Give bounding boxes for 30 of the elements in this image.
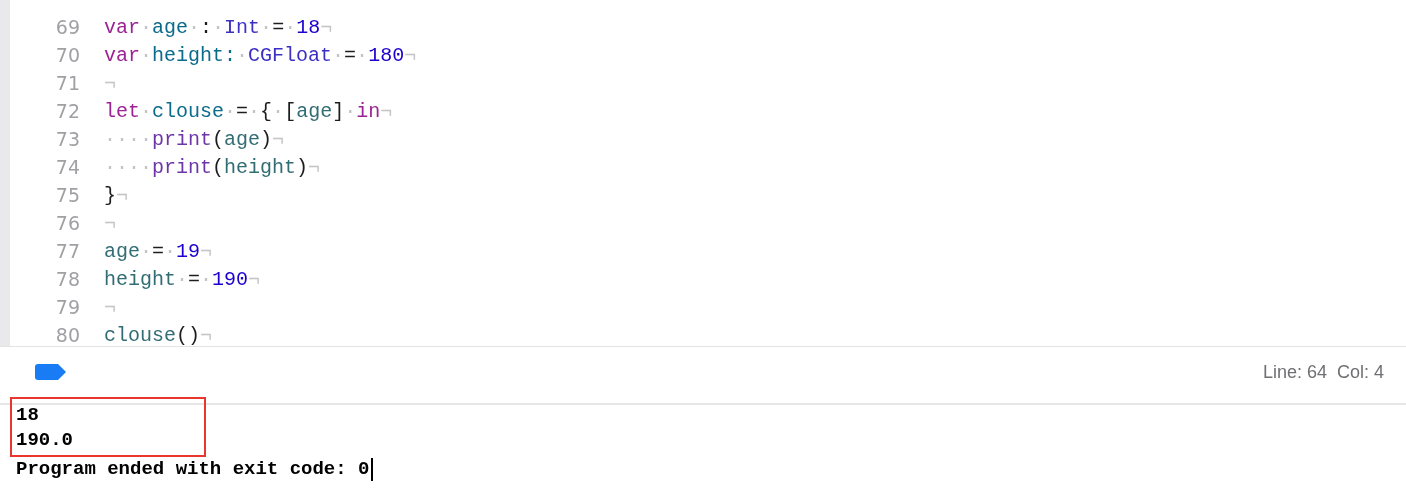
code-line: ¬ bbox=[104, 211, 116, 235]
line-number: 72 bbox=[54, 100, 80, 122]
code-line: ¬ bbox=[104, 71, 116, 95]
line-number: 76 bbox=[54, 212, 80, 234]
code-line: var·height:·CGFloat·=·180¬ bbox=[104, 43, 417, 67]
code-line: age·=·19¬ bbox=[104, 239, 213, 263]
code-line: ····print(height)¬ bbox=[104, 155, 321, 179]
line-number: 70 bbox=[54, 44, 80, 66]
line-number: 79 bbox=[54, 296, 80, 318]
breakpoint-icon[interactable] bbox=[35, 364, 66, 380]
line-number: 73 bbox=[54, 128, 80, 150]
line-number: 75 bbox=[54, 184, 80, 206]
line-number: 69 bbox=[54, 16, 80, 38]
code-line: ¬ bbox=[104, 295, 116, 319]
line-number: 77 bbox=[54, 240, 80, 262]
code-line: }¬ bbox=[104, 183, 129, 207]
line-number: 71 bbox=[54, 72, 80, 94]
console-output: 18 bbox=[16, 403, 40, 428]
text-cursor bbox=[371, 458, 374, 481]
code-line: let·clouse·=·{·[age]·in¬ bbox=[104, 99, 393, 123]
line-number: 80 bbox=[54, 324, 80, 346]
cursor-position: Line: 64 Col: 4 bbox=[1262, 361, 1384, 383]
line-number: 78 bbox=[54, 268, 80, 290]
console-output: Program ended with exit code: 0 bbox=[16, 457, 370, 482]
line-number: 74 bbox=[54, 156, 80, 178]
code-line: ····print(age)¬ bbox=[104, 127, 285, 151]
code-line: clouse()¬ bbox=[104, 323, 213, 347]
code-line: height·=·190¬ bbox=[104, 267, 261, 291]
code-line: var·age·:·Int·=·18¬ bbox=[104, 15, 333, 39]
console-output: 190.0 bbox=[16, 428, 74, 453]
